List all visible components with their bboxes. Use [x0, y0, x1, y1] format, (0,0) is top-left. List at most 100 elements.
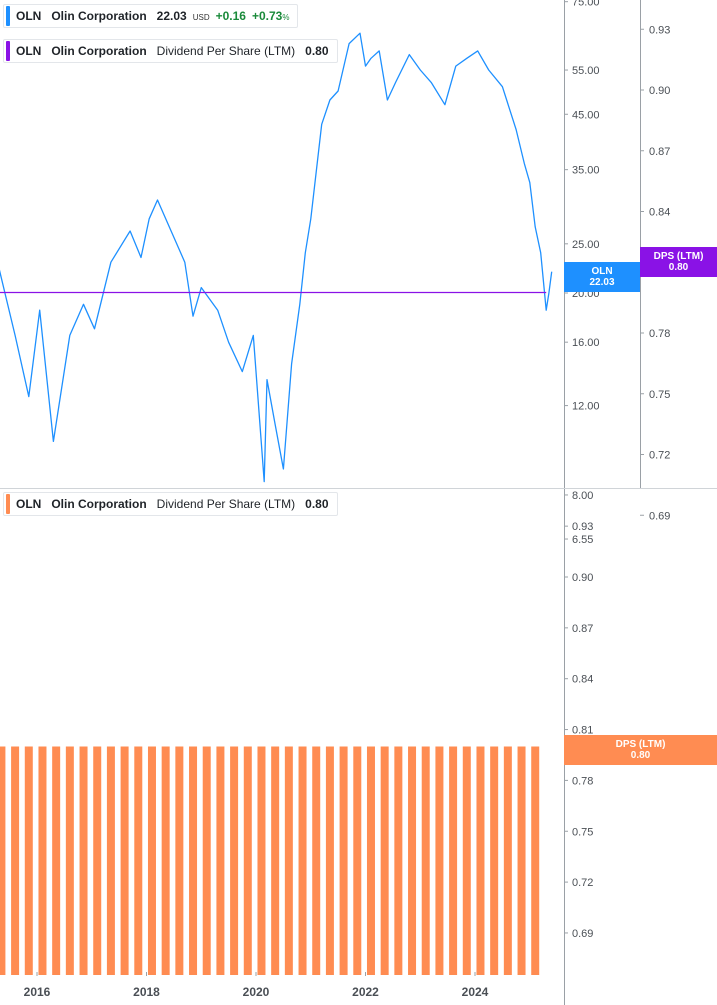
price-tag-dps-bottom: DPS (LTM) 0.80 [564, 735, 717, 765]
dps-bar [394, 746, 403, 975]
dps-axis-top-tick-label: 0.84 [649, 207, 670, 219]
price-axis-tick-label: 75.00 [572, 0, 600, 9]
dps-bar [189, 746, 198, 975]
dps-axis-bottom-tick-label: 0.84 [572, 674, 593, 686]
legend-price-name: Olin Corporation [51, 9, 147, 23]
dps-axis-top-tick-label: 0.90 [649, 85, 670, 97]
dps-bar [325, 746, 334, 975]
price-tag-dps-bottom-label: DPS (LTM) [615, 739, 666, 750]
dps-bar [462, 746, 471, 975]
legend-price[interactable]: OLN Olin Corporation 22.03 USD +0.16 +0.… [3, 4, 299, 28]
line-series [0, 32, 553, 483]
price-tag-oln-label: OLN [591, 266, 613, 277]
dps-bar [79, 746, 88, 975]
dps-bar [531, 746, 540, 975]
x-axis-tick-label: 2020 [243, 985, 270, 999]
price-axis-tick-label: 8.00 [572, 490, 593, 502]
dps-bar [353, 746, 362, 975]
legend-price-value: 22.03 [156, 9, 187, 23]
dps-bar [38, 746, 47, 975]
price-tag-oln-value: 22.03 [589, 277, 615, 288]
dps-bar-series [0, 746, 540, 975]
price-tag-dps-bottom-value: 0.80 [630, 750, 651, 761]
dps-bar [257, 746, 266, 975]
legend-price-change: +0.16 [215, 9, 246, 23]
price-tag-dps-top: DPS (LTM) 0.80 [640, 247, 717, 277]
legend-dps-top-name: Olin Corporation [51, 44, 147, 58]
legend-dps-bottom-swatch [6, 494, 10, 514]
dps-bar [435, 746, 444, 975]
dps-bar [216, 746, 225, 975]
price-axis-tick-label: 12.00 [572, 401, 600, 413]
dps-bar [24, 746, 33, 975]
price-tag-oln: OLN 22.03 [564, 262, 640, 292]
legend-price-change-pct: +0.73% [251, 9, 290, 23]
dps-bar [421, 746, 430, 975]
oln-price-line [0, 32, 553, 483]
dps-bar [161, 746, 170, 975]
dps-bar [0, 746, 6, 975]
x-axis-tick-label: 2024 [462, 985, 489, 999]
dps-axis-top-tick-label: 0.93 [649, 24, 670, 36]
dps-bar [449, 746, 458, 975]
dps-bar [134, 746, 143, 975]
price-axis-tick-label: 55.00 [572, 65, 600, 77]
dps-axis-top-tick-label: 0.72 [649, 450, 670, 462]
legend-price-swatch [6, 6, 10, 26]
dps-bar [380, 746, 389, 975]
dps-axis-top-tick-label: 0.87 [649, 146, 670, 158]
dps-bar [476, 746, 485, 975]
dps-axis-bottom-tick-label: 0.90 [572, 572, 593, 584]
price-axis-tick-label: 16.00 [572, 337, 600, 349]
dps-bar [298, 746, 307, 975]
legend-dps-bottom-name: Olin Corporation [51, 497, 147, 511]
dps-bar [312, 746, 321, 975]
dps-bar [339, 746, 348, 975]
price-tag-dps-top-value: 0.80 [668, 262, 689, 273]
dps-axis-bottom-tick-label: 0.75 [572, 826, 593, 838]
dps-bar [147, 746, 156, 975]
price-axis-tick-label: 35.00 [572, 165, 600, 177]
x-axis-tick-label: 2018 [133, 985, 160, 999]
legend-price-ticker: OLN [16, 9, 42, 23]
dps-bar [175, 746, 184, 975]
dps-bar [284, 746, 293, 975]
x-axis-tick-label: 2016 [24, 985, 51, 999]
x-axis: 2016 2018 2020 2022 2024 [24, 972, 489, 999]
dps-axis-bottom-tick-label: 0.87 [572, 623, 593, 635]
price-axis-tick-label: 6.55 [572, 534, 593, 546]
dps-axis-top-tick-label: 0.69 [649, 510, 670, 522]
dps-bar [106, 746, 115, 975]
dps-axis-bottom-tick-label: 0.69 [572, 928, 593, 940]
price-tag-dps-top-label: DPS (LTM) [653, 251, 704, 262]
legend-dps-bottom-value: 0.80 [305, 497, 329, 511]
dps-bar [11, 746, 20, 975]
dps-axis-top-tick-label: 0.75 [649, 389, 670, 401]
dps-bar [517, 746, 526, 975]
dps-bar [65, 746, 74, 975]
legend-dps-bottom[interactable]: OLN Olin Corporation Dividend Per Share … [3, 492, 338, 516]
legend-dps-top[interactable]: OLN Olin Corporation Dividend Per Share … [3, 39, 338, 63]
dps-axis-bottom-tick-label: 0.93 [572, 521, 593, 533]
dps-bar [490, 746, 499, 975]
dps-axis-bottom-tick-label: 0.78 [572, 775, 593, 787]
dps-axis-bottom-tick-label: 0.72 [572, 877, 593, 889]
price-axis-tick-label: 45.00 [572, 109, 600, 121]
dps-bar [230, 746, 239, 975]
dps-bar [93, 746, 102, 975]
dps-bar [120, 746, 129, 975]
dps-bar [52, 746, 61, 975]
legend-dps-top-value: 0.80 [305, 44, 329, 58]
dps-bar [503, 746, 512, 975]
legend-dps-bottom-ticker: OLN [16, 497, 42, 511]
dps-axis-top-tick-label: 0.78 [649, 328, 670, 340]
x-axis-tick-label: 2022 [352, 985, 379, 999]
dps-bar [202, 746, 211, 975]
dps-bar [271, 746, 280, 975]
legend-dps-top-metric: Dividend Per Share (LTM) [156, 44, 296, 58]
legend-price-currency: USD [192, 12, 210, 22]
legend-dps-top-swatch [6, 41, 10, 61]
dps-bar [366, 746, 375, 975]
dps-bar [408, 746, 417, 975]
legend-dps-top-ticker: OLN [16, 44, 42, 58]
